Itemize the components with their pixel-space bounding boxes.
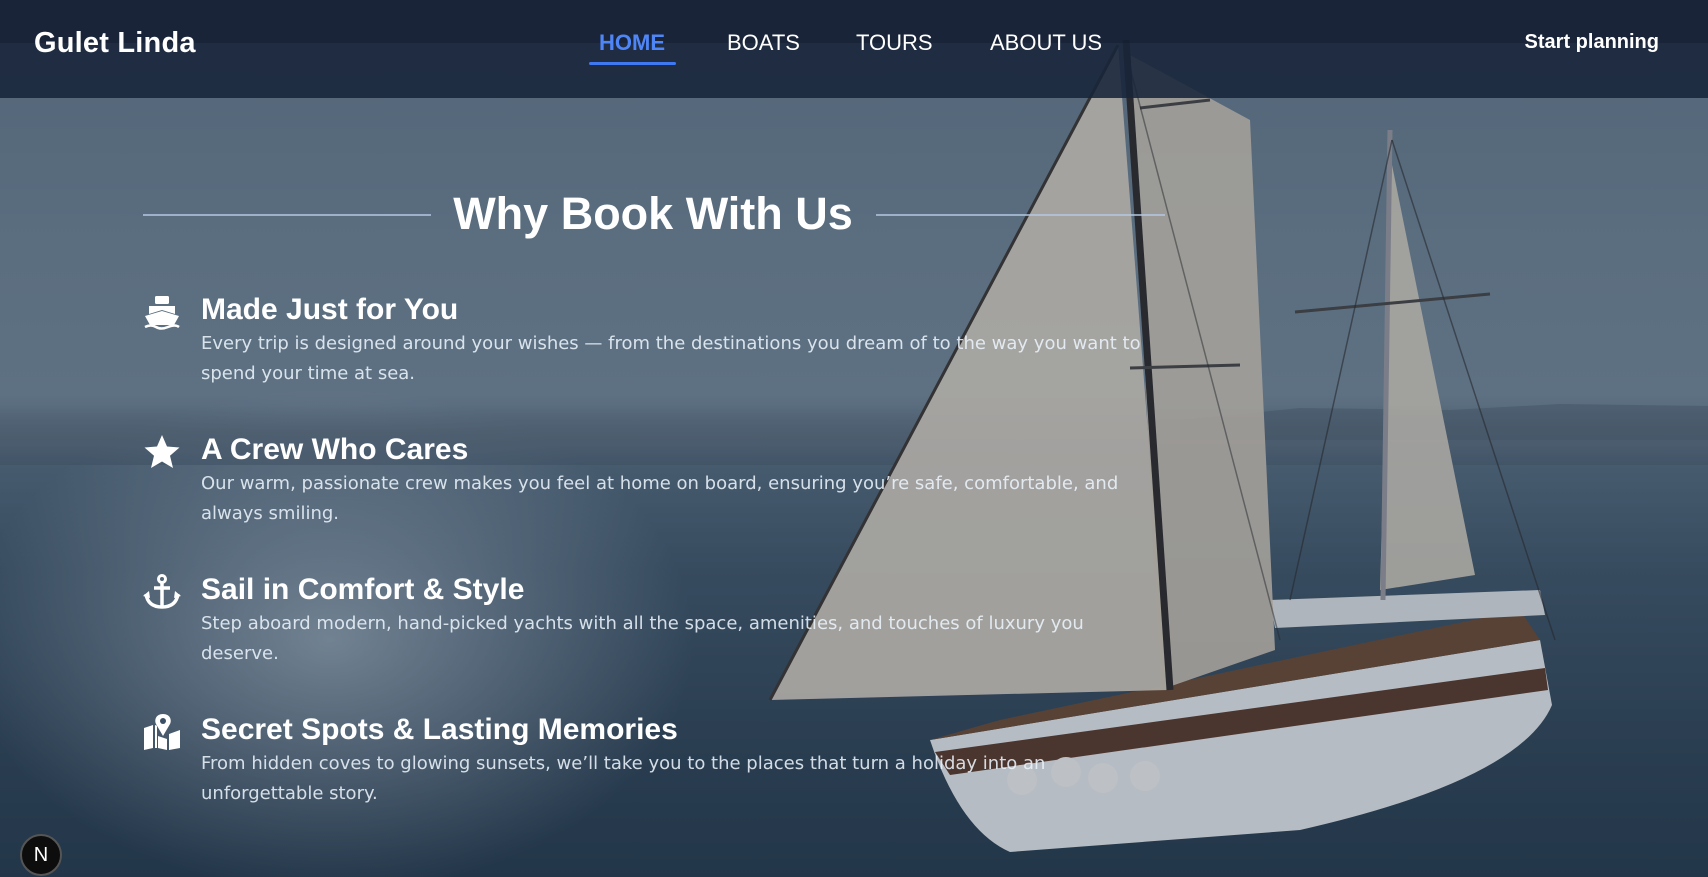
- start-planning-button[interactable]: Start planning: [1525, 31, 1659, 54]
- map-location-icon: [143, 714, 181, 750]
- active-nav-indicator: [589, 62, 676, 65]
- star-icon: [143, 434, 181, 470]
- nav-link-home[interactable]: HOME: [599, 30, 665, 56]
- feature-title: Secret Spots & Lasting Memories: [201, 713, 678, 746]
- feature-description: Our warm, passionate crew makes you feel…: [201, 473, 1119, 524]
- anchor-icon: [143, 574, 181, 610]
- section-header: Why Book With Us: [143, 188, 1165, 240]
- feature-description: Step aboard modern, hand-picked yachts w…: [201, 613, 1084, 664]
- feature-title: A Crew Who Cares: [201, 433, 469, 466]
- section-title: Why Book With Us: [453, 188, 853, 239]
- feature-description: From hidden coves to glowing sunsets, we…: [201, 753, 1046, 804]
- feature-description: Every trip is designed around your wishe…: [201, 333, 1141, 384]
- nextjs-dev-badge[interactable]: N: [20, 834, 62, 876]
- title-divider-right: [876, 214, 1165, 216]
- nav-link-about-us[interactable]: ABOUT US: [990, 30, 1102, 56]
- ship-icon: [143, 294, 181, 330]
- brand-logo[interactable]: Gulet Linda: [34, 27, 196, 60]
- feature-title: Sail in Comfort & Style: [201, 573, 525, 606]
- feature-title: Made Just for You: [201, 293, 459, 326]
- title-divider-left: [143, 214, 431, 216]
- nav-link-tours[interactable]: TOURS: [856, 30, 933, 56]
- nav-link-boats[interactable]: BOATS: [727, 30, 800, 56]
- top-navbar: Gulet Linda HOME BOATS TOURS ABOUT US St…: [0, 0, 1708, 98]
